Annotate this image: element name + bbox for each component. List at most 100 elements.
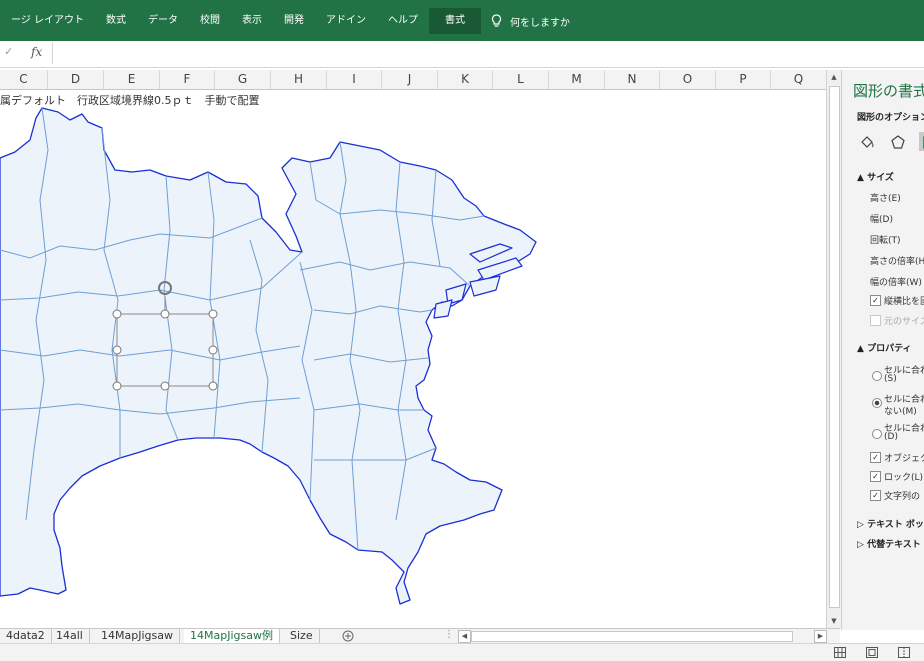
scroll-thumb[interactable] <box>829 86 840 608</box>
shape-options-label[interactable]: 図形のオプション <box>857 110 924 123</box>
ribbon: ージ レイアウト 数式 データ 校閲 表示 開発 アドイン ヘルプ 書式 何をし… <box>0 0 924 41</box>
alt-text-section-header[interactable]: ▷ 代替テキスト <box>857 537 921 550</box>
normal-view-icon[interactable] <box>834 647 846 658</box>
column-header[interactable]: N <box>605 70 660 89</box>
size-section-label: サイズ <box>867 173 894 183</box>
column-header[interactable]: K <box>438 70 493 89</box>
alt-text-section-label: 代替テキスト <box>867 540 921 550</box>
horizontal-scroll-thumb[interactable] <box>471 631 793 642</box>
scroll-up-icon[interactable]: ▲ <box>827 70 841 84</box>
size-section-header[interactable]: ▲ サイズ <box>857 170 894 183</box>
lightbulb-icon <box>491 14 502 28</box>
status-bar <box>0 643 924 661</box>
properties-section-header[interactable]: ▲ プロパティ <box>857 341 912 354</box>
column-header[interactable]: I <box>327 70 382 89</box>
cell-note: 属デフォルト 行政区域境界線0.5ｐｔ 手動で配置 <box>0 92 260 108</box>
vertical-scrollbar[interactable]: ▲ ▼ <box>826 70 841 628</box>
kanagawa-map[interactable] <box>0 90 826 628</box>
column-header[interactable]: M <box>549 70 605 89</box>
print-object-checkbox[interactable]: ✓ <box>870 452 881 463</box>
tab-addins[interactable]: アドイン <box>315 8 377 34</box>
column-header[interactable]: O <box>660 70 716 89</box>
tab-developer[interactable]: 開発 <box>273 8 315 34</box>
resize-handle <box>209 310 217 318</box>
no-move-label-sub: (D) <box>884 432 898 442</box>
size-properties-icon[interactable] <box>919 132 924 151</box>
sheet-tab[interactable]: Size <box>284 629 320 643</box>
resize-handle <box>161 310 169 318</box>
check-icon[interactable]: ✓ <box>4 45 13 58</box>
pane-icon-tabs <box>857 132 924 151</box>
tab-formulas[interactable]: 数式 <box>95 8 137 34</box>
column-header[interactable]: E <box>104 70 160 89</box>
size-row-scale-width: 幅の倍率(W) <box>870 275 922 288</box>
column-header[interactable]: L <box>493 70 549 89</box>
column-header[interactable]: G <box>215 70 271 89</box>
formula-bar: ✓ fx <box>0 41 924 68</box>
tab-help[interactable]: ヘルプ <box>377 8 429 34</box>
properties-section-label: プロパティ <box>867 344 911 354</box>
print-object-label: オブジェクト <box>884 451 924 464</box>
resize-handle <box>161 382 169 390</box>
tab-page-layout[interactable]: ージ レイアウト <box>0 8 95 34</box>
scroll-left-icon[interactable]: ◀ <box>458 630 471 643</box>
effects-icon[interactable] <box>888 132 907 151</box>
format-shape-pane: 図形の書式 図形のオプション ▲ サイズ 高さ(E) 幅(D) 回転(T) 高さ… <box>841 70 924 630</box>
page-layout-icon[interactable] <box>866 647 878 658</box>
column-header[interactable]: H <box>271 70 327 89</box>
column-header[interactable]: P <box>716 70 771 89</box>
original-size-label: 元のサイズ <box>884 314 924 327</box>
sheet-tab[interactable]: 4data2 <box>0 629 52 643</box>
tab-view[interactable]: 表示 <box>231 8 273 34</box>
size-row-height: 高さ(E) <box>870 191 901 204</box>
sheet-tab-bar: 4data2 14all 14MapJigsaw 14MapJigsaw例 Si… <box>0 628 840 643</box>
map-landmass <box>0 108 536 604</box>
lock-label: ロック(L) <box>884 470 923 483</box>
size-row-scale-height: 高さの倍率(H) <box>870 254 924 267</box>
scroll-down-icon[interactable]: ▼ <box>827 614 841 628</box>
lock-text-label: 文字列の <box>884 489 920 502</box>
move-size-label-sub: (S) <box>884 374 897 384</box>
scroll-right-icon[interactable]: ▶ <box>814 630 827 643</box>
sheet-tab[interactable]: 14MapJigsaw <box>95 629 180 643</box>
resize-handle <box>113 346 121 354</box>
tab-review[interactable]: 校閲 <box>189 8 231 34</box>
worksheet-grid[interactable] <box>0 90 826 628</box>
lock-text-checkbox[interactable]: ✓ <box>870 490 881 501</box>
move-no-size-label-sub: ない(M) <box>884 404 917 417</box>
move-no-size-radio[interactable] <box>872 398 882 408</box>
textbox-section-header[interactable]: ▷ テキスト ボック <box>857 517 924 530</box>
fill-line-icon[interactable] <box>857 132 876 151</box>
tell-me-search[interactable]: 何をしますか <box>481 14 570 29</box>
column-header[interactable]: Q <box>771 70 827 89</box>
tab-data[interactable]: データ <box>137 8 189 34</box>
add-sheet-icon[interactable] <box>342 630 354 642</box>
lock-checkbox[interactable]: ✓ <box>870 471 881 482</box>
resize-handle <box>113 382 121 390</box>
lock-aspect-label: 縦横比を固 <box>884 294 924 307</box>
size-row-rotation: 回転(T) <box>870 233 901 246</box>
lock-aspect-checkbox[interactable]: ✓ <box>870 295 881 306</box>
pane-title: 図形の書式 <box>853 80 924 101</box>
resize-handle <box>113 310 121 318</box>
column-header[interactable]: C <box>0 70 48 89</box>
tab-format[interactable]: 書式 <box>429 8 481 34</box>
tell-me-label: 何をしますか <box>510 14 570 29</box>
column-header[interactable]: D <box>48 70 104 89</box>
fx-icon[interactable]: fx <box>31 45 42 59</box>
sheet-tab[interactable]: 14all <box>50 629 90 643</box>
column-headers: C D E F G H I J K L M N O P Q <box>0 70 826 90</box>
ribbon-tabs: ージ レイアウト 数式 データ 校閲 表示 開発 アドイン ヘルプ 書式 何をし… <box>0 8 570 34</box>
original-size-checkbox <box>870 315 881 326</box>
page-break-icon[interactable] <box>898 647 910 658</box>
size-row-width: 幅(D) <box>870 212 893 225</box>
no-move-radio[interactable] <box>872 429 882 439</box>
resize-handle <box>209 382 217 390</box>
formula-input[interactable] <box>52 42 924 64</box>
column-header[interactable]: J <box>382 70 438 89</box>
move-size-radio[interactable] <box>872 371 882 381</box>
hscroll-grip-icon[interactable]: ⋮ <box>444 629 454 640</box>
column-header[interactable]: F <box>160 70 215 89</box>
resize-handle <box>209 346 217 354</box>
textbox-section-label: テキスト ボック <box>867 520 924 530</box>
